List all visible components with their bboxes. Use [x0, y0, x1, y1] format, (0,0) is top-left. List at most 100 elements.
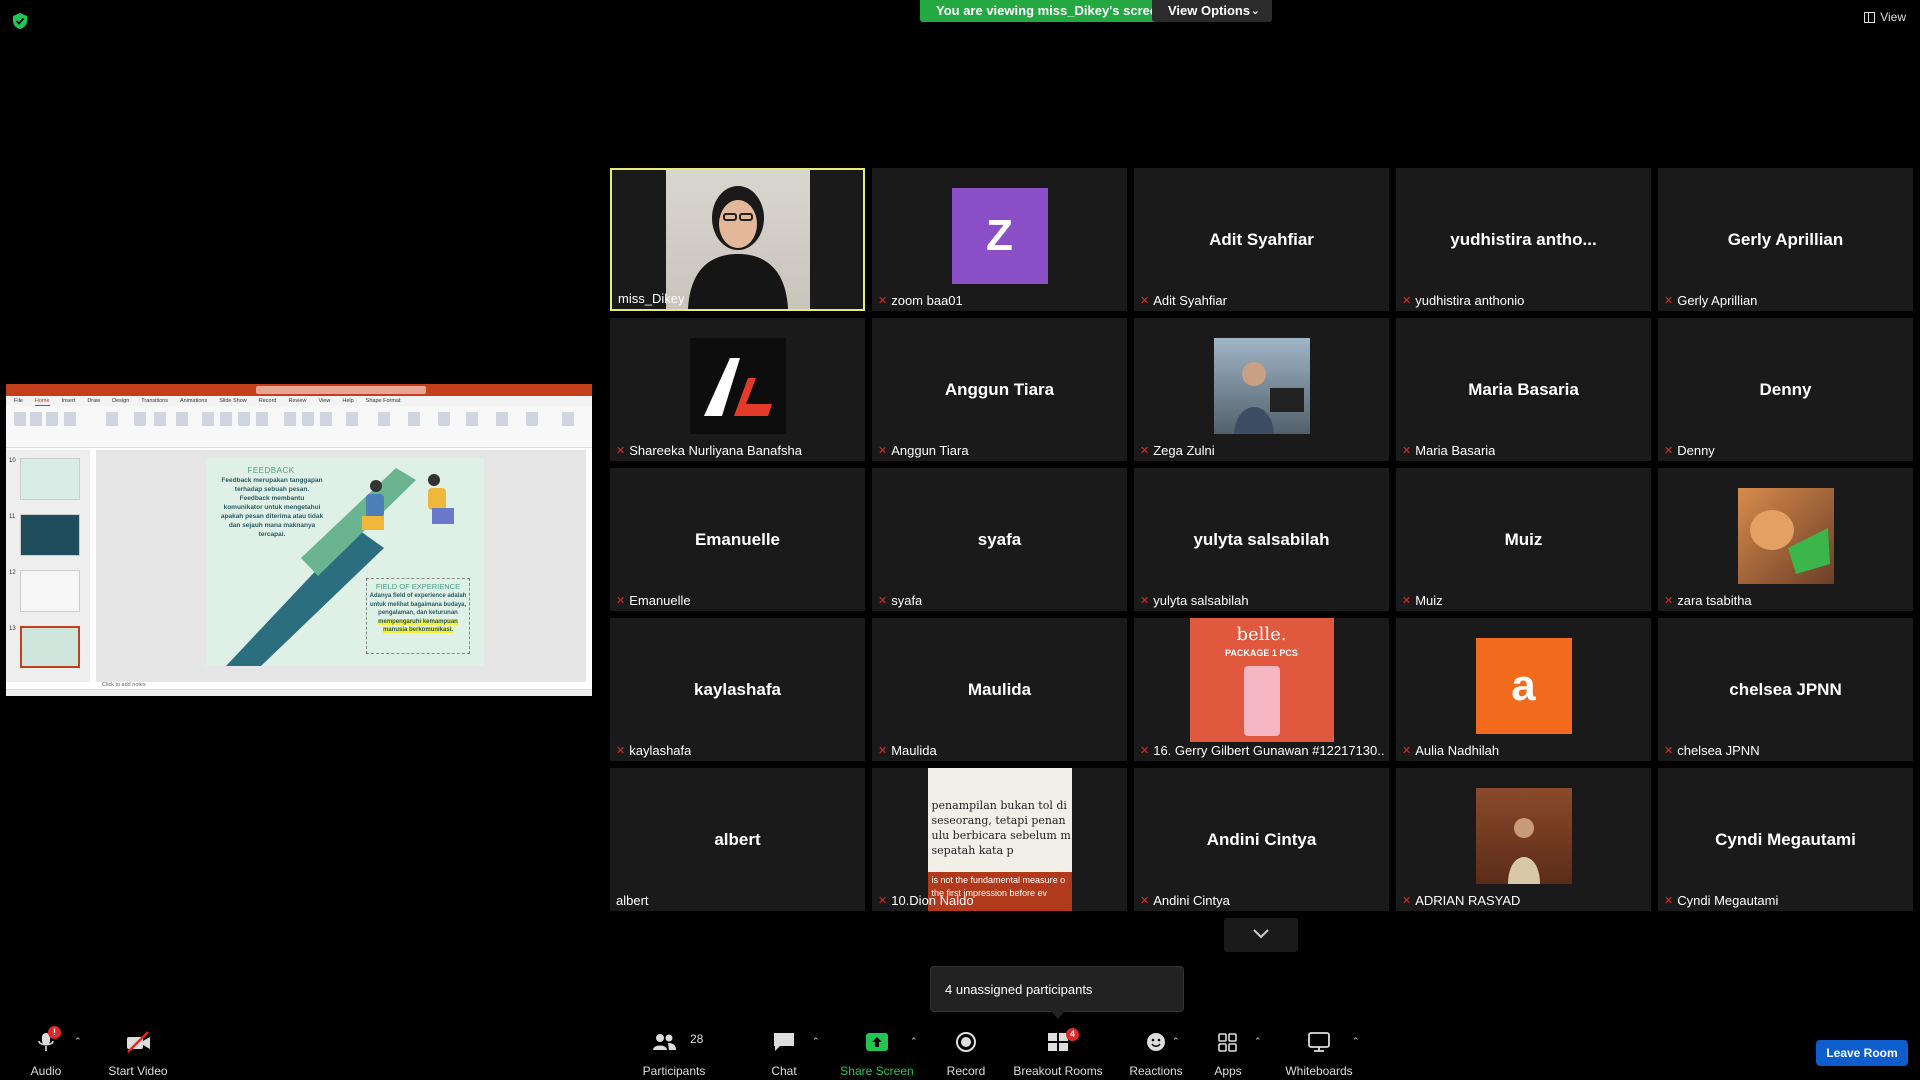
participant-name: Gerly Aprillian — [1677, 293, 1758, 308]
participant-tile[interactable]: miss_Dikey — [610, 168, 865, 311]
whiteboards-options-caret-icon[interactable]: ⌃ — [1352, 1036, 1360, 1047]
participant-tile[interactable]: yudhistira antho... ✕ yudhistira anthonio — [1396, 168, 1651, 311]
participant-display-name: kaylashafa — [694, 679, 781, 699]
chat-button[interactable]: Chat — [766, 1030, 802, 1078]
participant-tile[interactable]: ✕ zara tsabitha — [1658, 468, 1913, 611]
participant-tile[interactable]: Maria Basaria ✕ Maria Basaria — [1396, 318, 1651, 461]
participant-name-label: ✕ yudhistira anthonio — [1402, 293, 1524, 308]
participant-display-name: yulyta salsabilah — [1193, 529, 1330, 549]
muted-microphone-icon: ✕ — [1664, 895, 1674, 907]
participant-name-label: ✕ Maulida — [878, 743, 937, 758]
participant-name-label: ✕ Cyndi Megautami — [1664, 893, 1778, 908]
participants-button[interactable]: 28 Participants — [642, 1030, 706, 1078]
audio-button[interactable]: ! Audio — [26, 1026, 66, 1078]
view-options-button[interactable]: View Options ⌄ — [1152, 0, 1272, 22]
ppt-ribbon-tabs: File Home Insert Draw Design Transitions Anima… — [6, 396, 592, 406]
slide-feedback-text: Feedback merupakan tanggapan terhadap se… — [220, 477, 324, 538]
muted-microphone-icon: ✕ — [1664, 445, 1674, 457]
participant-tile[interactable]: Adit Syahfiar ✕ Adit Syahfiar — [1134, 168, 1389, 311]
participant-tile[interactable]: ✕ Zega Zulni — [1134, 318, 1389, 461]
participants-label: Participants — [642, 1064, 706, 1078]
participant-tile[interactable]: penampilan bukan tol di seseorang, tetap… — [872, 768, 1127, 911]
ppt-tab: Home — [34, 398, 50, 406]
participant-display-name: Maria Basaria — [1468, 379, 1579, 399]
security-shield-icon[interactable] — [12, 12, 28, 30]
ribbon-tool-icon — [154, 412, 166, 426]
ribbon-tool-icon — [134, 412, 146, 426]
ribbon-tool-icon — [466, 412, 478, 426]
participant-tile[interactable]: syafa ✕ syafa — [872, 468, 1127, 611]
whiteboards-button[interactable]: Whiteboards — [1284, 1030, 1354, 1078]
participant-tile[interactable]: Cyndi Megautami ✕ Cyndi Megautami — [1658, 768, 1913, 911]
share-options-caret-icon[interactable]: ⌃ — [910, 1036, 918, 1047]
reactions-label: Reactions — [1129, 1064, 1183, 1078]
chat-icon — [774, 1033, 794, 1051]
ppt-tab: Draw — [87, 398, 101, 404]
ribbon-tool-icon — [176, 412, 188, 426]
reactions-options-caret-icon[interactable]: ⌃ — [1172, 1036, 1180, 1047]
muted-microphone-icon: ✕ — [1664, 595, 1674, 607]
product-pack — [1243, 666, 1280, 736]
participant-tile[interactable]: Andini Cintya ✕ Andini Cintya — [1134, 768, 1389, 911]
participant-tile[interactable]: Denny ✕ Denny — [1658, 318, 1913, 461]
participant-tile[interactable]: Emanuelle ✕ Emanuelle — [610, 468, 865, 611]
participant-name: Aulia Nadhilah — [1415, 743, 1500, 758]
participant-name: kaylashafa — [629, 743, 692, 758]
slide-foe-body: Adanya field of experience adalah untuk … — [369, 593, 467, 616]
participant-tile[interactable]: Gerly Aprillian ✕ Gerly Aprillian — [1658, 168, 1913, 311]
participant-tile[interactable]: Anggun Tiara ✕ Anggun Tiara — [872, 318, 1127, 461]
audio-label: Audio — [30, 1064, 62, 1078]
participant-tile[interactable]: Muiz ✕ Muiz — [1396, 468, 1651, 611]
ribbon-tool-icon — [30, 412, 42, 426]
participant-tile[interactable]: ✕ Shareeka Nurliyana Banafsha — [610, 318, 865, 461]
participant-display-name: Andini Cintya — [1206, 829, 1317, 849]
ribbon-tool-icon — [496, 412, 508, 426]
gallery-next-page-button[interactable] — [1224, 918, 1298, 952]
muted-microphone-icon: ✕ — [878, 445, 888, 457]
chat-options-caret-icon[interactable]: ⌃ — [812, 1036, 820, 1047]
participant-name-label: ✕ zoom baa01 — [878, 293, 963, 308]
leave-room-button[interactable]: Leave Room — [1816, 1040, 1908, 1066]
participant-tile[interactable]: yulyta salsabilah ✕ yulyta salsabilah — [1134, 468, 1389, 611]
participant-tile[interactable]: Maulida ✕ Maulida — [872, 618, 1127, 761]
muted-microphone-icon: ✕ — [616, 445, 626, 457]
chevron-down-icon — [1253, 929, 1269, 939]
participant-name-label: ✕ Shareeka Nurliyana Banafsha — [616, 443, 802, 458]
participant-name: Zega Zulni — [1153, 443, 1215, 458]
unassigned-participants-popup[interactable]: 4 unassigned participants — [930, 966, 1184, 1019]
share-screen-button[interactable]: Share Screen — [840, 1030, 914, 1078]
ribbon-tool-icon — [378, 412, 390, 426]
participant-tile[interactable]: a ✕ Aulia Nadhilah — [1396, 618, 1651, 761]
participant-tile[interactable]: chelsea JPNN ✕ chelsea JPNN — [1658, 618, 1913, 761]
participant-tile[interactable]: albert albert — [610, 768, 865, 911]
participant-tile[interactable]: kaylashafa ✕ kaylashafa — [610, 618, 865, 761]
ribbon-tool-icon — [202, 412, 214, 426]
muted-microphone-icon: ✕ — [1140, 595, 1150, 607]
view-button[interactable]: View — [1864, 10, 1906, 24]
participant-name-label: ✕ ADRIAN RASYAD — [1402, 893, 1520, 908]
belle-subtitle: PACKAGE 1 PCS — [1225, 648, 1298, 658]
muted-microphone-icon: ✕ — [878, 595, 888, 607]
breakout-rooms-button[interactable]: 4 Breakout Rooms — [1013, 1028, 1103, 1078]
thumbnail-number: 12 — [9, 570, 16, 576]
record-button[interactable]: Record — [946, 1030, 986, 1078]
apps-button[interactable]: Apps — [1210, 1030, 1246, 1078]
participant-tile[interactable]: belle. PACKAGE 1 PCS ✕ 16. Gerry Gilbert Gu… — [1134, 618, 1389, 761]
shared-screen-view[interactable]: File Home Insert Draw Design Transitions Anima… — [6, 384, 592, 696]
ppt-tab: Shape Format — [365, 398, 401, 404]
participant-name-label: albert — [616, 893, 649, 908]
participant-display-name: Adit Syahfiar — [1209, 229, 1314, 249]
participant-tile[interactable]: ✕ ADRIAN RASYAD — [1396, 768, 1651, 911]
audio-options-caret-icon[interactable]: ⌃ — [74, 1036, 82, 1047]
start-video-button[interactable]: Start Video — [106, 1030, 170, 1078]
participant-name: Denny — [1677, 443, 1715, 458]
participant-tile[interactable]: Z ✕ zoom baa01 — [872, 168, 1127, 311]
avatar-photo — [1475, 788, 1572, 884]
participant-name: zoom baa01 — [891, 293, 963, 308]
whiteboard-icon — [1308, 1032, 1330, 1052]
participant-video — [665, 170, 810, 309]
participant-name-label: ✕ Gerly Aprillian — [1664, 293, 1757, 308]
participant-name: Shareeka Nurliyana Banafsha — [629, 443, 802, 458]
apps-options-caret-icon[interactable]: ⌃ — [1254, 1036, 1262, 1047]
ribbon-tool-icon — [526, 412, 538, 426]
